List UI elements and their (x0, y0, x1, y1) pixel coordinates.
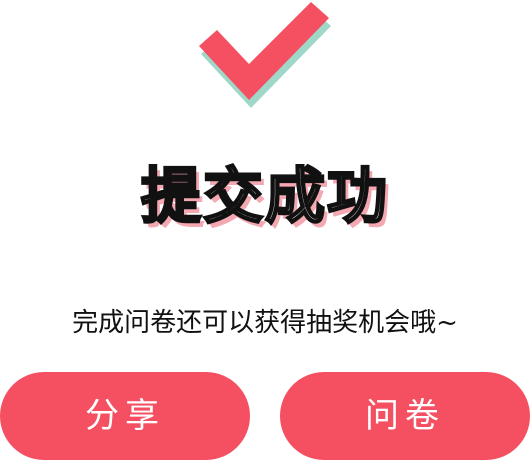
check-mark-icon (195, 0, 335, 116)
page-title: 提交成功 (140, 161, 389, 234)
prompt-text: 完成问卷还可以获得抽奖机会哦~ (72, 308, 458, 338)
share-button[interactable]: 分享 (0, 372, 250, 460)
survey-button[interactable]: 问卷 (280, 372, 530, 460)
